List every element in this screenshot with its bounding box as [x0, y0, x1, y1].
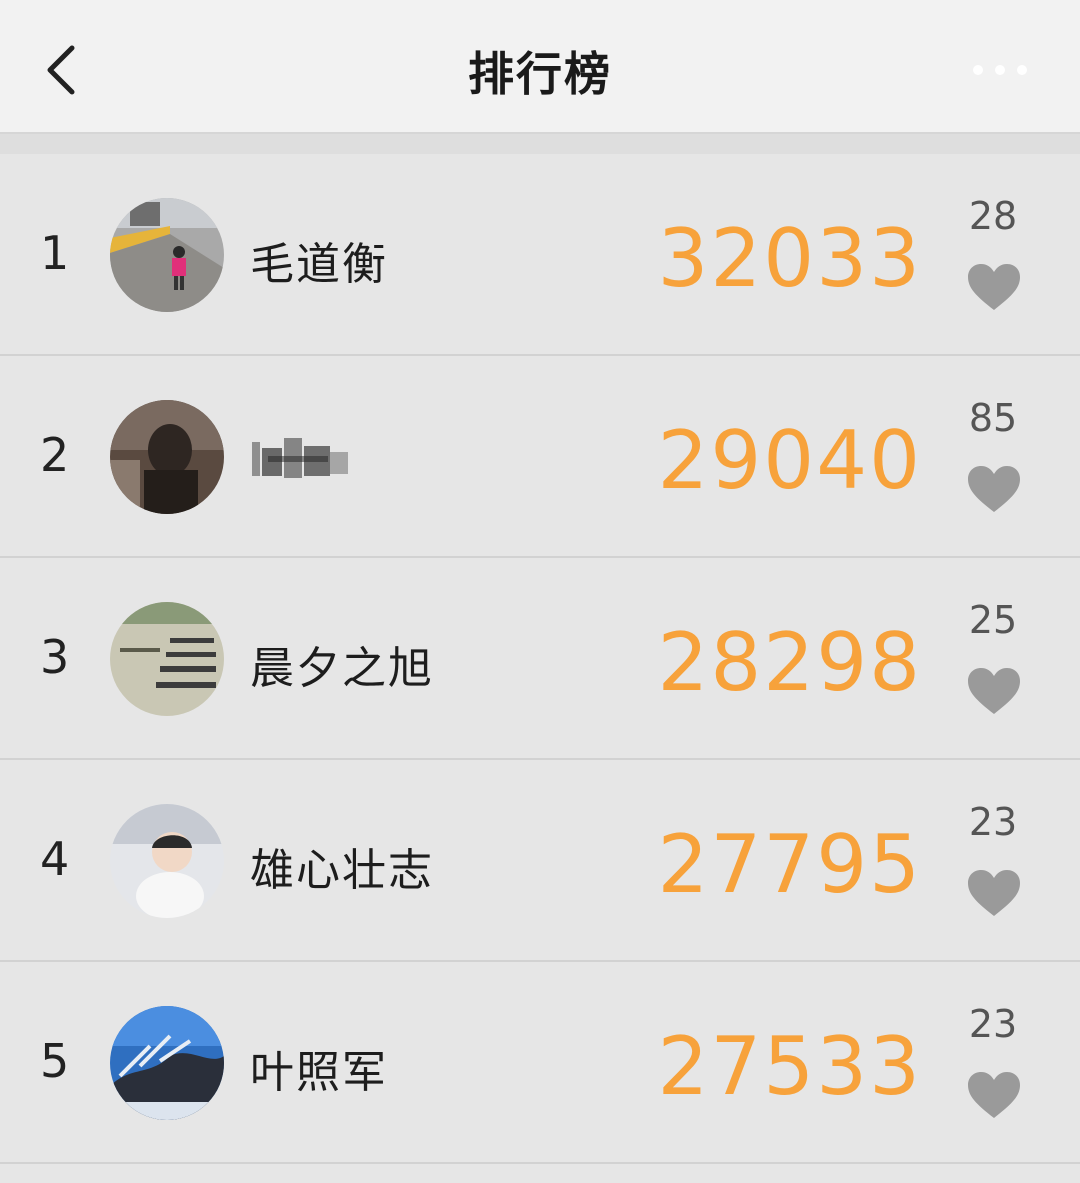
rank-number: 2 — [40, 428, 70, 482]
ranking-list: 1 毛道衡 32033 28 2 29040 85 3 晨夕之旭 28298 2… — [0, 154, 1080, 1164]
avatar[interactable] — [110, 400, 224, 514]
ranking-row[interactable]: 2 29040 85 — [0, 356, 1080, 558]
more-dots-icon — [973, 65, 1027, 75]
user-name: 叶照军 — [250, 1047, 388, 1098]
rank-number: 5 — [40, 1034, 70, 1088]
like-button[interactable] — [966, 1070, 1022, 1120]
user-name: 晨夕之旭 — [250, 643, 434, 694]
like-count: 85 — [968, 396, 1018, 440]
step-count: 29040 — [657, 414, 922, 507]
step-count: 28298 — [657, 616, 922, 709]
like-button[interactable] — [966, 262, 1022, 312]
rank-number: 4 — [40, 832, 70, 886]
like-button[interactable] — [966, 666, 1022, 716]
rank-number: 1 — [40, 226, 70, 280]
like-button[interactable] — [966, 464, 1022, 514]
like-count: 25 — [968, 598, 1018, 642]
avatar[interactable] — [110, 602, 224, 716]
like-count: 28 — [968, 194, 1018, 238]
like-count: 23 — [968, 1002, 1018, 1046]
user-name: 雄心壮志 — [250, 845, 434, 896]
avatar[interactable] — [110, 198, 224, 312]
like-button[interactable] — [966, 868, 1022, 918]
rank-number: 3 — [40, 630, 70, 684]
heart-icon — [968, 668, 1020, 714]
avatar[interactable] — [110, 1006, 224, 1120]
navbar: 排行榜 — [0, 0, 1080, 134]
heart-icon — [968, 1072, 1020, 1118]
more-button[interactable] — [970, 58, 1030, 82]
step-count: 32033 — [657, 212, 922, 305]
blurred-name — [240, 434, 355, 484]
heart-icon — [968, 264, 1020, 310]
page-title: 排行榜 — [468, 47, 612, 101]
heart-icon — [968, 466, 1020, 512]
list-separator — [0, 134, 1080, 154]
ranking-row[interactable]: 5 叶照军 27533 23 — [0, 962, 1080, 1164]
heart-icon — [968, 870, 1020, 916]
avatar[interactable] — [110, 804, 224, 918]
ranking-row[interactable]: 3 晨夕之旭 28298 25 — [0, 558, 1080, 760]
step-count: 27795 — [657, 818, 922, 911]
user-name: 毛道衡 — [250, 239, 388, 290]
like-count: 23 — [968, 800, 1018, 844]
ranking-row[interactable]: 4 雄心壮志 27795 23 — [0, 760, 1080, 962]
ranking-row[interactable]: 1 毛道衡 32033 28 — [0, 154, 1080, 356]
step-count: 27533 — [657, 1020, 922, 1113]
